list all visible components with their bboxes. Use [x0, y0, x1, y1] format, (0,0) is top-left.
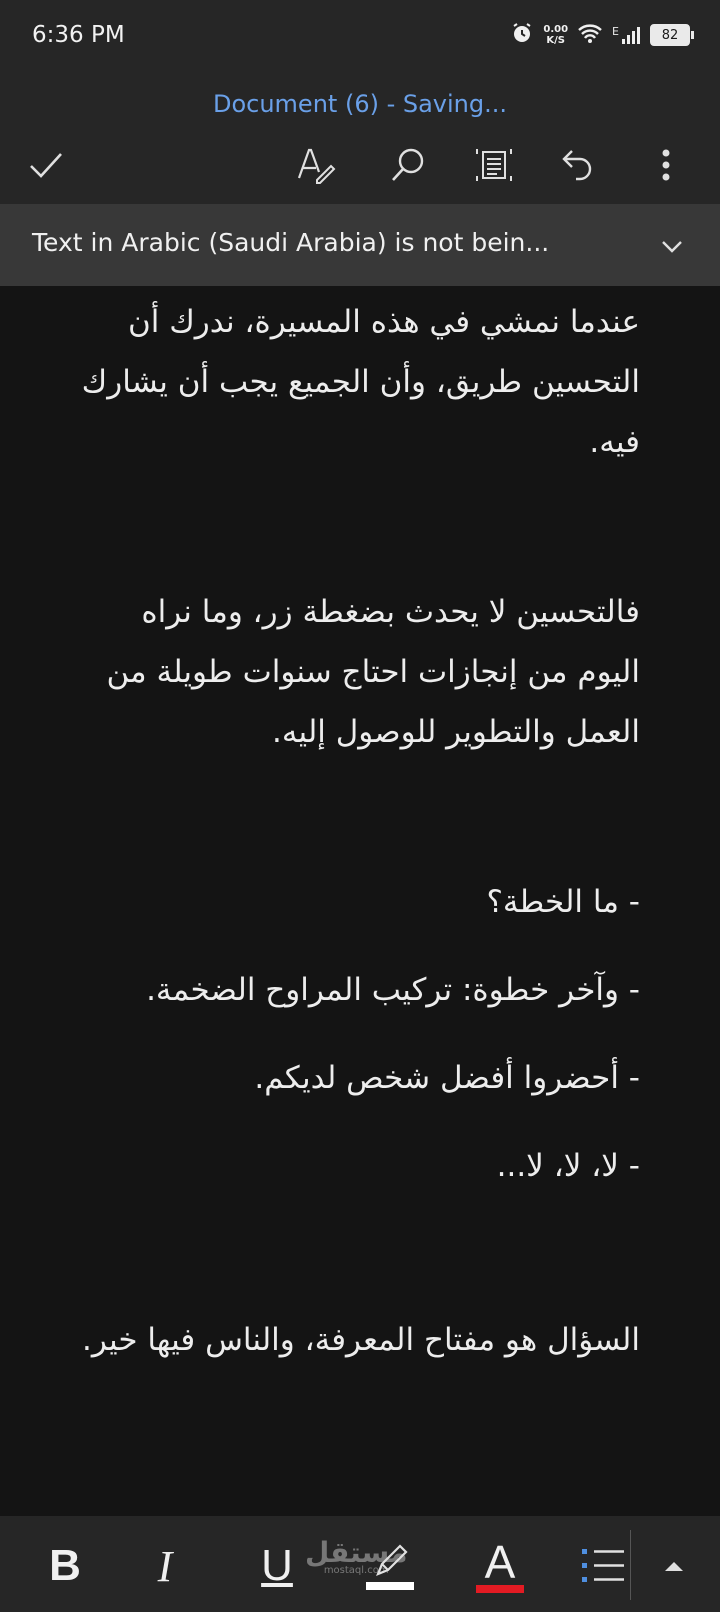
- network-type: E: [612, 25, 619, 38]
- font-color-button[interactable]: A: [470, 1534, 530, 1598]
- caret-up-icon: [665, 1562, 683, 1571]
- document-title[interactable]: Document (6) - Saving...: [0, 90, 720, 118]
- expand-toolbar-button[interactable]: [652, 1534, 696, 1598]
- paragraph[interactable]: عندما نمشي في هذه المسيرة، ندرك أن التحس…: [80, 292, 640, 472]
- list-icon: [582, 1549, 624, 1582]
- highlight-button[interactable]: [360, 1534, 420, 1598]
- alarm-icon: [510, 21, 534, 49]
- battery-indicator: 82: [650, 24, 694, 46]
- paragraph[interactable]: السؤال هو مفتاح المعرفة، والناس فيها خير…: [80, 1310, 640, 1370]
- font-color-swatch: [476, 1585, 524, 1593]
- paragraph[interactable]: - أحضروا أفضل شخص لديكم.: [80, 1048, 640, 1108]
- undo-icon[interactable]: [548, 135, 608, 195]
- chevron-down-icon[interactable]: [652, 226, 692, 266]
- reading-view-icon[interactable]: [464, 135, 524, 195]
- more-icon[interactable]: [636, 135, 696, 195]
- net-speed-value: 0.00: [543, 24, 569, 35]
- language-banner[interactable]: Text in Arabic (Saudi Arabia) is not bei…: [0, 204, 720, 286]
- net-speed: 0.00 K/S: [543, 24, 568, 46]
- toolbar-divider: [630, 1530, 631, 1600]
- check-icon[interactable]: [16, 135, 76, 195]
- highlighter-icon: [376, 1544, 408, 1576]
- bold-button[interactable]: B: [40, 1534, 90, 1598]
- paragraph[interactable]: - لا، لا، لا...: [80, 1136, 640, 1196]
- pen-icon[interactable]: [286, 135, 346, 195]
- signal-icon: E: [612, 25, 641, 45]
- bullet-list-button[interactable]: [578, 1534, 628, 1598]
- document-canvas[interactable]: عندما نمشي في هذه المسيرة، ندرك أن التحس…: [0, 286, 720, 1516]
- wifi-icon: [577, 22, 603, 48]
- status-icons: 0.00 K/S E 82: [510, 20, 694, 50]
- net-speed-unit: K/S: [546, 35, 565, 46]
- paragraph[interactable]: فالتحسين لا يحدث بضغطة زر، وما نراه اليو…: [80, 582, 640, 762]
- status-time: 6:36 PM: [32, 22, 125, 48]
- banner-text: Text in Arabic (Saudi Arabia) is not bei…: [32, 228, 550, 257]
- font-color-letter: A: [484, 1536, 516, 1588]
- paragraph[interactable]: - ما الخطة؟: [80, 872, 640, 932]
- italic-button[interactable]: I: [140, 1534, 190, 1598]
- search-icon[interactable]: [378, 135, 438, 195]
- underline-button[interactable]: U: [252, 1534, 302, 1598]
- paragraph[interactable]: - وآخر خطوة: تركيب المراوح الضخمة.: [80, 960, 640, 1020]
- format-toolbar: B I U مستقل mostaql.com A: [0, 1516, 720, 1612]
- app-toolbar: Document (6) - Saving...: [0, 70, 720, 204]
- highlight-color-swatch: [366, 1582, 414, 1590]
- status-bar: 6:36 PM 0.00 K/S E 82: [0, 0, 720, 70]
